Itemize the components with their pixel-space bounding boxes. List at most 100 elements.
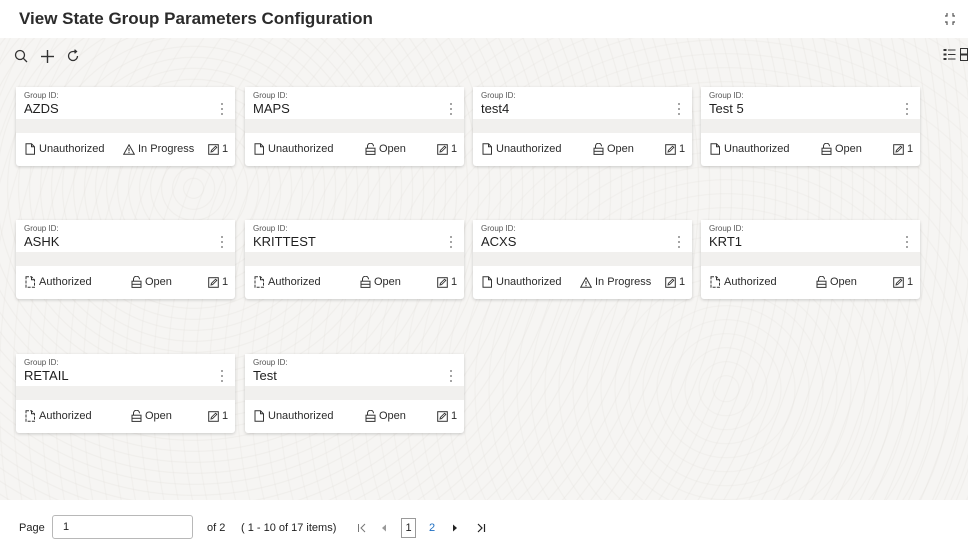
record-card[interactable]: Group ID: AZDS Unauthorized In Progress 1 — [16, 87, 235, 166]
record-card[interactable]: Group ID: KRITTEST Authorized Open 1 — [245, 220, 464, 299]
unlock-icon — [360, 276, 371, 288]
card-header: Group ID: ACXS — [473, 220, 692, 252]
record-status-text: Open — [379, 143, 406, 155]
record-status: Open — [365, 410, 406, 422]
authorized-doc-icon — [25, 410, 35, 422]
group-id-value: Test — [253, 368, 277, 383]
group-id-label: Group ID: — [253, 91, 288, 100]
card-footer: Authorized Open 1 — [16, 406, 235, 426]
card-menu-button[interactable] — [219, 370, 225, 382]
card-menu-button[interactable] — [448, 103, 454, 115]
card-header: Group ID: Test 5 — [701, 87, 920, 119]
add-button[interactable] — [38, 47, 56, 65]
record-status-text: Open — [379, 410, 406, 422]
record-status: Open — [816, 276, 857, 288]
version-number: 1 — [907, 276, 914, 288]
pager-item-count: ( 1 - 10 of 17 items) — [241, 522, 337, 534]
group-id-value: ACXS — [481, 234, 517, 249]
first-page-button[interactable] — [357, 518, 367, 538]
record-status: Open — [593, 143, 634, 155]
card-menu-button[interactable] — [676, 103, 682, 115]
card-footer: Authorized Open 1 — [245, 272, 464, 292]
record-card[interactable]: Group ID: RETAIL Authorized Open 1 — [16, 354, 235, 433]
card-menu-button[interactable] — [904, 236, 910, 248]
edit-icon — [208, 410, 219, 422]
card-divider-band — [473, 119, 692, 133]
edit-icon — [665, 143, 676, 155]
version-indicator: 1 — [437, 143, 457, 155]
page-2-button[interactable]: 2 — [429, 518, 435, 538]
card-menu-button[interactable] — [448, 370, 454, 382]
record-card[interactable]: Group ID: KRT1 Authorized Open 1 — [701, 220, 920, 299]
card-divider-band — [245, 252, 464, 266]
card-footer: Unauthorized Open 1 — [245, 406, 464, 426]
record-card[interactable]: Group ID: ACXS Unauthorized In Progress 1 — [473, 220, 692, 299]
authorization-status: Authorized — [254, 276, 321, 288]
authorization-text: Authorized — [724, 276, 777, 288]
last-page-button[interactable] — [476, 518, 486, 538]
record-status-text: Open — [835, 143, 862, 155]
edit-icon — [893, 276, 904, 288]
authorization-status: Authorized — [25, 276, 92, 288]
refresh-icon — [67, 49, 79, 62]
version-indicator: 1 — [208, 143, 228, 155]
card-header: Group ID: KRT1 — [701, 220, 920, 252]
card-menu-button[interactable] — [219, 103, 225, 115]
version-indicator: 1 — [893, 276, 913, 288]
authorization-text: Unauthorized — [496, 276, 562, 288]
record-status-text: In Progress — [138, 143, 195, 155]
record-card[interactable]: Group ID: test4 Unauthorized Open 1 — [473, 87, 692, 166]
page-1-button[interactable]: 1 — [401, 518, 416, 538]
authorization-text: Unauthorized — [724, 143, 790, 155]
group-id-value: KRT1 — [709, 234, 742, 249]
card-divider-band — [245, 119, 464, 133]
authorization-text: Authorized — [39, 276, 92, 288]
record-card[interactable]: Group ID: Test Unauthorized Open 1 — [245, 354, 464, 433]
card-menu-button[interactable] — [219, 236, 225, 248]
card-menu-button[interactable] — [904, 103, 910, 115]
group-id-label: Group ID: — [253, 224, 288, 233]
unlock-icon — [365, 410, 376, 422]
version-number: 1 — [222, 276, 229, 288]
card-menu-button[interactable] — [676, 236, 682, 248]
unlock-icon — [131, 410, 142, 422]
card-divider-band — [245, 386, 464, 400]
authorization-text: Unauthorized — [268, 410, 334, 422]
search-button[interactable] — [12, 47, 30, 65]
next-page-button[interactable] — [452, 518, 458, 538]
previous-page-icon — [382, 524, 386, 532]
record-card[interactable]: Group ID: MAPS Unauthorized Open 1 — [245, 87, 464, 166]
pager-total: of 2 — [207, 522, 226, 534]
pagination-bar: Page 1 of 2 ( 1 - 10 of 17 items) 1 2 — [0, 500, 968, 539]
group-id-label: Group ID: — [24, 224, 59, 233]
edit-icon — [208, 276, 219, 288]
record-card[interactable]: Group ID: ASHK Authorized Open 1 — [16, 220, 235, 299]
previous-page-button[interactable] — [381, 518, 387, 538]
group-id-label: Group ID: — [253, 358, 288, 367]
warning-icon — [123, 143, 135, 155]
refresh-button[interactable] — [64, 47, 82, 65]
page-number-input[interactable]: 1 — [52, 515, 193, 539]
record-card[interactable]: Group ID: Test 5 Unauthorized Open 1 — [701, 87, 920, 166]
document-icon — [482, 143, 492, 155]
record-status: Open — [360, 276, 401, 288]
record-status: In Progress — [123, 143, 194, 155]
version-indicator: 1 — [437, 410, 457, 422]
version-number: 1 — [679, 143, 686, 155]
authorized-doc-icon — [710, 276, 720, 288]
authorization-text: Unauthorized — [268, 143, 334, 155]
group-id-value: RETAIL — [24, 368, 69, 383]
card-divider-band — [701, 119, 920, 133]
warning-icon — [580, 276, 592, 288]
version-number: 1 — [451, 143, 458, 155]
collapse-icon[interactable] — [944, 12, 956, 26]
group-id-value: AZDS — [24, 101, 59, 116]
group-id-label: Group ID: — [24, 358, 59, 367]
card-divider-band — [16, 252, 235, 266]
authorization-status: Authorized — [25, 410, 92, 422]
grid-view-icon[interactable] — [960, 48, 968, 61]
unlock-icon — [365, 143, 376, 155]
edit-icon — [208, 143, 219, 155]
card-menu-button[interactable] — [448, 236, 454, 248]
list-view-icon[interactable] — [943, 48, 956, 61]
